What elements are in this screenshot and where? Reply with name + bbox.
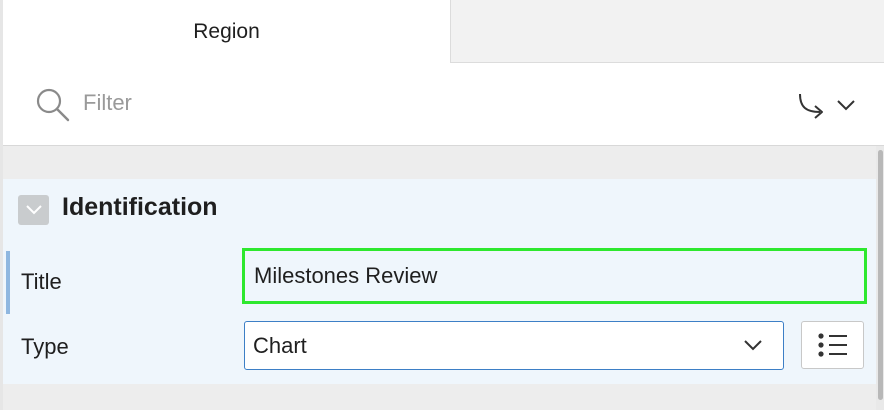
- scrollbar-thumb[interactable]: [878, 150, 883, 400]
- title-input[interactable]: [254, 261, 844, 291]
- list-of-values-button[interactable]: [801, 321, 864, 369]
- chevron-down-icon: [837, 100, 855, 111]
- chevron-down-icon: [25, 205, 42, 215]
- current-row-indicator: [6, 251, 10, 314]
- type-select[interactable]: Chart: [244, 321, 784, 370]
- group-spacer: [3, 146, 876, 179]
- type-label: Type: [21, 334, 69, 359]
- filter-bar: [3, 63, 884, 146]
- tab-bar-empty-area: [451, 0, 884, 63]
- list-icon: [817, 333, 847, 357]
- section-title: Identification: [62, 193, 218, 221]
- section-collapse-button[interactable]: [18, 195, 49, 225]
- title-label: Title: [21, 269, 62, 294]
- tab-label: Region: [193, 19, 260, 43]
- group-spacer-bottom: [3, 384, 876, 410]
- filter-input[interactable]: [83, 85, 683, 121]
- search-icon: [36, 88, 70, 122]
- property-editor-panel: Region Identification Tit: [0, 0, 884, 410]
- tab-region[interactable]: Region: [3, 0, 451, 63]
- go-to-group-button[interactable]: [796, 89, 862, 121]
- identification-section: Identification Title Type Chart: [3, 179, 876, 384]
- tab-bar: Region: [3, 0, 884, 63]
- arrow-go-to-icon: [799, 93, 823, 119]
- type-selected-value: Chart: [253, 333, 307, 358]
- chevron-down-icon: [744, 340, 762, 351]
- title-field-highlight: [242, 248, 867, 304]
